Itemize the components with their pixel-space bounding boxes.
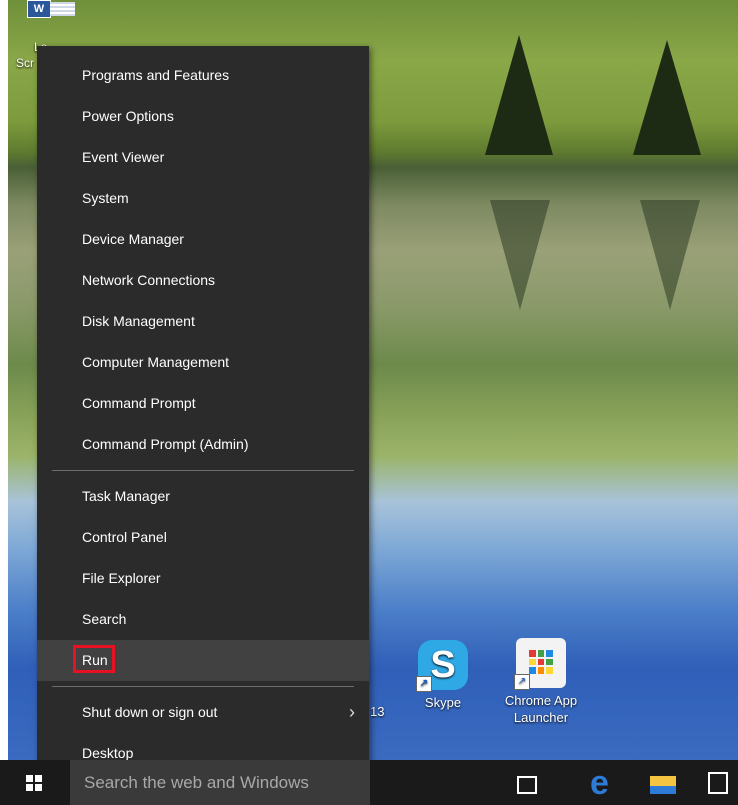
menu-separator (52, 686, 354, 687)
menu-item-power-options[interactable]: Power Options (37, 96, 369, 137)
menu-item-label: System (82, 190, 129, 206)
chrome-app-launcher-shortcut[interactable]: ↗ Chrome App Launcher (501, 638, 581, 726)
menu-item-label: Power Options (82, 108, 174, 124)
menu-item-label: Shut down or sign out (82, 704, 218, 720)
menu-item-label: File Explorer (82, 570, 161, 586)
edge-icon[interactable]: e (590, 766, 620, 800)
menu-item-label: Event Viewer (82, 149, 165, 165)
menu-item-label: Search (82, 611, 127, 627)
chrome-app-launcher-label: Chrome App (504, 693, 578, 708)
menu-item-programs-and-features[interactable]: Programs and Features (37, 55, 369, 96)
launcher-grid-square (537, 650, 545, 657)
menu-item-shut-down-or-sign-out[interactable]: Shut down or sign out › (37, 692, 369, 733)
menu-item-control-panel[interactable]: Control Panel (37, 517, 369, 558)
taskbar: Search the web and Windows e (0, 760, 738, 805)
menu-item-label: Command Prompt (Admin) (82, 436, 249, 452)
launcher-grid-square (529, 667, 536, 674)
skype-icon: S ↗ (416, 640, 468, 692)
skype-shortcut[interactable]: S ↗ Skype (403, 640, 483, 711)
task-view-icon[interactable] (517, 776, 537, 794)
menu-item-device-manager[interactable]: Device Manager (37, 219, 369, 260)
desktop-icon-label-partial: 13 (370, 704, 385, 719)
menu-item-label: Control Panel (82, 529, 167, 545)
highlight-box (73, 645, 115, 673)
store-icon[interactable] (708, 772, 728, 794)
desktop-icon-label: Scr (16, 56, 34, 70)
word-doc-icon[interactable]: W (27, 0, 51, 18)
launcher-grid-square (546, 658, 553, 666)
launcher-grid-square (537, 658, 545, 666)
tree-reflection (640, 200, 700, 310)
menu-item-event-viewer[interactable]: Event Viewer (37, 137, 369, 178)
start-button[interactable] (8, 760, 63, 805)
menu-item-system[interactable]: System (37, 178, 369, 219)
chrome-app-launcher-label: Launcher (513, 710, 569, 725)
menu-item-computer-management[interactable]: Computer Management (37, 342, 369, 383)
power-user-menu: Programs and Features Power Options Event … (37, 46, 369, 784)
menu-item-network-connections[interactable]: Network Connections (37, 260, 369, 301)
skype-label: Skype (424, 695, 462, 710)
menu-item-label: Disk Management (82, 313, 195, 329)
menu-item-label: Computer Management (82, 354, 230, 370)
tree-shape (485, 35, 553, 155)
shortcut-arrow-icon: ↗ (514, 674, 530, 690)
launcher-grid-square (546, 650, 553, 657)
menu-item-task-manager[interactable]: Task Manager (37, 476, 369, 517)
menu-item-label: Command Prompt (82, 395, 196, 411)
tree-shape (633, 40, 701, 155)
launcher-grid-square (546, 667, 553, 674)
shortcut-arrow-icon: ↗ (416, 676, 432, 692)
chevron-right-icon: › (349, 702, 355, 722)
menu-item-search[interactable]: Search (37, 599, 369, 640)
menu-item-label: Network Connections (82, 272, 216, 288)
menu-item-label: Task Manager (82, 488, 170, 504)
launcher-grid-square (529, 658, 536, 666)
chrome-app-launcher-icon: ↗ (514, 638, 566, 690)
windows-logo-icon (26, 775, 42, 791)
menu-item-disk-management[interactable]: Disk Management (37, 301, 369, 342)
file-explorer-icon[interactable] (650, 776, 676, 794)
menu-item-label: Desktop (82, 745, 134, 761)
menu-item-run[interactable]: Run (37, 640, 369, 681)
menu-item-label: Programs and Features (82, 67, 230, 83)
menu-item-command-prompt[interactable]: Command Prompt (37, 383, 369, 424)
launcher-grid-square (529, 650, 536, 657)
launcher-grid-square (537, 667, 545, 674)
taskbar-search-box[interactable]: Search the web and Windows (70, 760, 370, 805)
word-doc-icon-page (50, 2, 75, 16)
menu-item-label: Device Manager (82, 231, 184, 247)
menu-item-file-explorer[interactable]: File Explorer (37, 558, 369, 599)
tree-reflection (490, 200, 550, 310)
menu-separator (52, 470, 354, 471)
menu-item-command-prompt-admin[interactable]: Command Prompt (Admin) (37, 424, 369, 465)
